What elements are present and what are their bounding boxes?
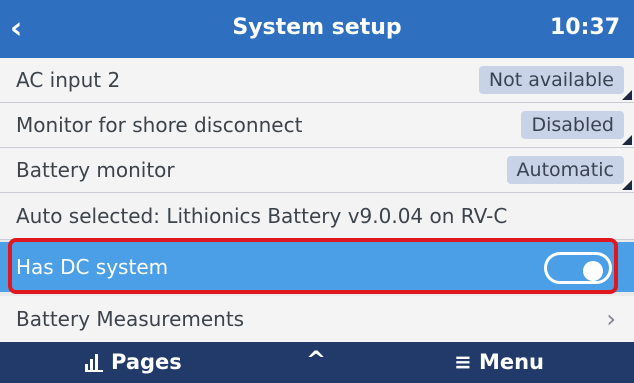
row-monitor-shore-disconnect[interactable]: Monitor for shore disconnect Disabled <box>0 103 634 148</box>
row-auto-selected: Auto selected: Lithionics Battery v9.0.0… <box>0 193 634 240</box>
hamburger-icon: ≡ <box>454 350 472 374</box>
bar-chart-icon <box>85 354 103 372</box>
system-setup-screen: ‹ System setup 10:37 AC input 2 Not avai… <box>0 0 634 383</box>
battery-monitor-value[interactable]: Automatic <box>506 156 624 184</box>
menu-label: Menu <box>478 350 544 374</box>
bottom-bar: Pages ^ ≡ Menu <box>0 342 634 383</box>
corner-indicator-icon <box>622 90 632 100</box>
chevron-right-icon: › <box>606 305 616 333</box>
row-battery-measurements[interactable]: Battery Measurements › <box>0 296 634 343</box>
battery-measurements-label: Battery Measurements <box>16 307 245 331</box>
ac-input-2-label: AC input 2 <box>16 68 121 92</box>
top-bar: ‹ System setup 10:37 <box>0 0 634 58</box>
menu-button[interactable]: ≡ Menu <box>454 350 544 374</box>
red-highlight-box <box>8 238 618 294</box>
corner-indicator-icon <box>622 180 632 190</box>
clock: 10:37 <box>549 15 620 40</box>
ac-input-2-value[interactable]: Not available <box>478 66 624 94</box>
auto-selected-text: Auto selected: Lithionics Battery v9.0.0… <box>16 204 508 228</box>
shore-disconnect-label: Monitor for shore disconnect <box>16 113 303 137</box>
row-battery-monitor[interactable]: Battery monitor Automatic <box>0 148 634 193</box>
chevron-up-icon[interactable]: ^ <box>306 346 326 374</box>
battery-monitor-label: Battery monitor <box>16 158 175 182</box>
page-title: System setup <box>232 15 402 40</box>
pages-button[interactable]: Pages <box>85 350 182 374</box>
pages-label: Pages <box>111 350 182 374</box>
row-ac-input-2[interactable]: AC input 2 Not available <box>0 58 634 103</box>
shore-disconnect-value[interactable]: Disabled <box>521 111 624 139</box>
corner-indicator-icon <box>622 135 632 145</box>
